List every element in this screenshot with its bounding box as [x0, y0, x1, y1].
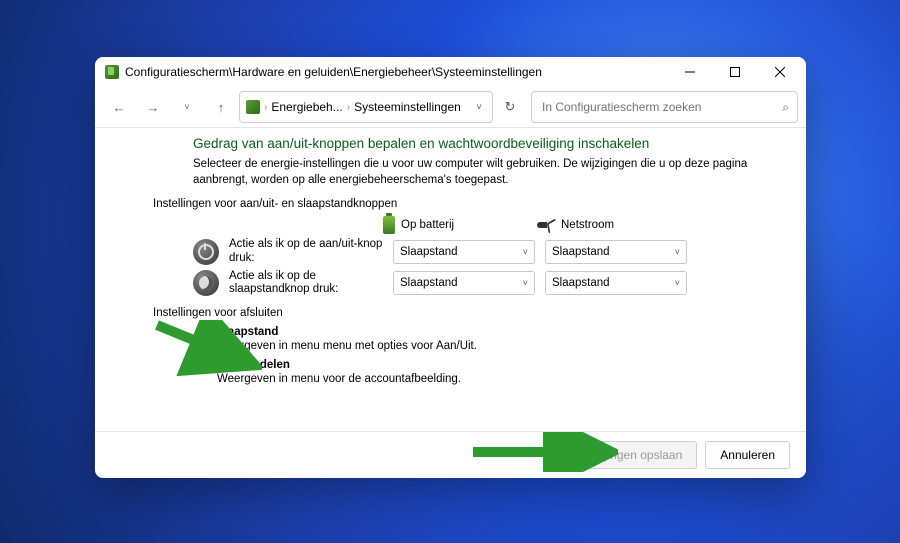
control-panel-window: Configuratiescherm\Hardware en geluiden\…: [95, 57, 806, 478]
page-heading: Gedrag van aan/uit-knoppen bepalen en wa…: [193, 136, 768, 151]
row-label-sleep-button: Actie als ik op de slaapstandknop druk:: [229, 270, 383, 298]
checkbox-lock[interactable]: ✓: [197, 358, 211, 372]
minimize-button[interactable]: [667, 57, 712, 87]
column-plugged-in: Netstroom: [537, 219, 667, 231]
power-options-icon: [246, 100, 260, 114]
sleep-button-battery-dropdown[interactable]: Slaapstand˅: [393, 271, 535, 295]
checkbox-lock-description: Weergeven in menu voor de accountafbeeld…: [217, 373, 768, 385]
titlebar: Configuratiescherm\Hardware en geluiden\…: [95, 57, 806, 87]
power-options-icon: [105, 65, 119, 79]
power-button-icon: [193, 239, 219, 265]
checkbox-sleep[interactable]: ✓: [197, 325, 211, 339]
breadcrumb-seg-current[interactable]: Systeeminstellingen: [354, 100, 461, 114]
chevron-down-icon: ˅: [523, 278, 528, 288]
search-input[interactable]: [540, 99, 782, 115]
column-on-battery: Op batterij: [383, 216, 513, 234]
breadcrumb-seg-parent[interactable]: Energiebeh...: [271, 100, 342, 114]
chevron-down-icon[interactable]: ˅: [472, 102, 486, 113]
power-button-plugged-dropdown[interactable]: Slaapstand˅: [545, 240, 687, 264]
back-button[interactable]: ←: [103, 91, 135, 123]
column-label-battery: Op batterij: [401, 219, 454, 231]
chevron-right-icon: ›: [264, 102, 267, 113]
power-button-battery-dropdown[interactable]: Slaapstand˅: [393, 240, 535, 264]
refresh-button[interactable]: ↻: [495, 91, 525, 123]
forward-button[interactable]: →: [137, 91, 169, 123]
maximize-button[interactable]: [712, 57, 757, 87]
window-title: Configuratiescherm\Hardware en geluiden\…: [125, 65, 667, 79]
checkbox-sleep-description: Weergeven in menu menu met opties voor A…: [217, 340, 768, 352]
save-changes-button[interactable]: Wijzigingen opslaan: [561, 441, 698, 469]
checkbox-lock-label: Vergrendelen: [217, 359, 290, 371]
breadcrumb[interactable]: › Energiebeh... › Systeeminstellingen ˅: [239, 91, 493, 123]
cancel-button[interactable]: Annuleren: [705, 441, 790, 469]
nav-bar: ← → ˅ ↑ › Energiebeh... › Systeeminstell…: [95, 87, 806, 128]
content-area: Gedrag van aan/uit-knoppen bepalen en wa…: [95, 128, 806, 431]
checkbox-sleep-label: Slaapstand: [217, 326, 278, 338]
chevron-down-icon: ˅: [675, 278, 680, 288]
search-box[interactable]: ⌕: [531, 91, 798, 123]
sleep-button-plugged-dropdown[interactable]: Slaapstand˅: [545, 271, 687, 295]
up-button[interactable]: ↑: [205, 91, 237, 123]
row-label-power-button: Actie als ik op de aan/uit-knop druk:: [229, 238, 383, 266]
column-label-plugged: Netstroom: [561, 219, 614, 231]
battery-icon: [383, 216, 395, 234]
recent-locations-button[interactable]: ˅: [171, 91, 203, 123]
chevron-down-icon: ˅: [523, 247, 528, 257]
chevron-down-icon: ˅: [675, 247, 680, 257]
section-shutdown-settings-label: Instellingen voor afsluiten: [153, 307, 768, 319]
desktop-background: Configuratiescherm\Hardware en geluiden\…: [0, 0, 900, 543]
sleep-button-icon: [193, 270, 219, 296]
plug-icon: [537, 219, 555, 231]
search-icon: ⌕: [782, 100, 789, 115]
footer: Wijzigingen opslaan Annuleren: [95, 431, 806, 478]
chevron-right-icon: ›: [347, 102, 350, 113]
close-button[interactable]: [757, 57, 802, 87]
page-description: Selecteer de energie-instellingen die u …: [193, 157, 768, 188]
section-button-settings-label: Instellingen voor aan/uit- en slaapstand…: [153, 198, 768, 210]
